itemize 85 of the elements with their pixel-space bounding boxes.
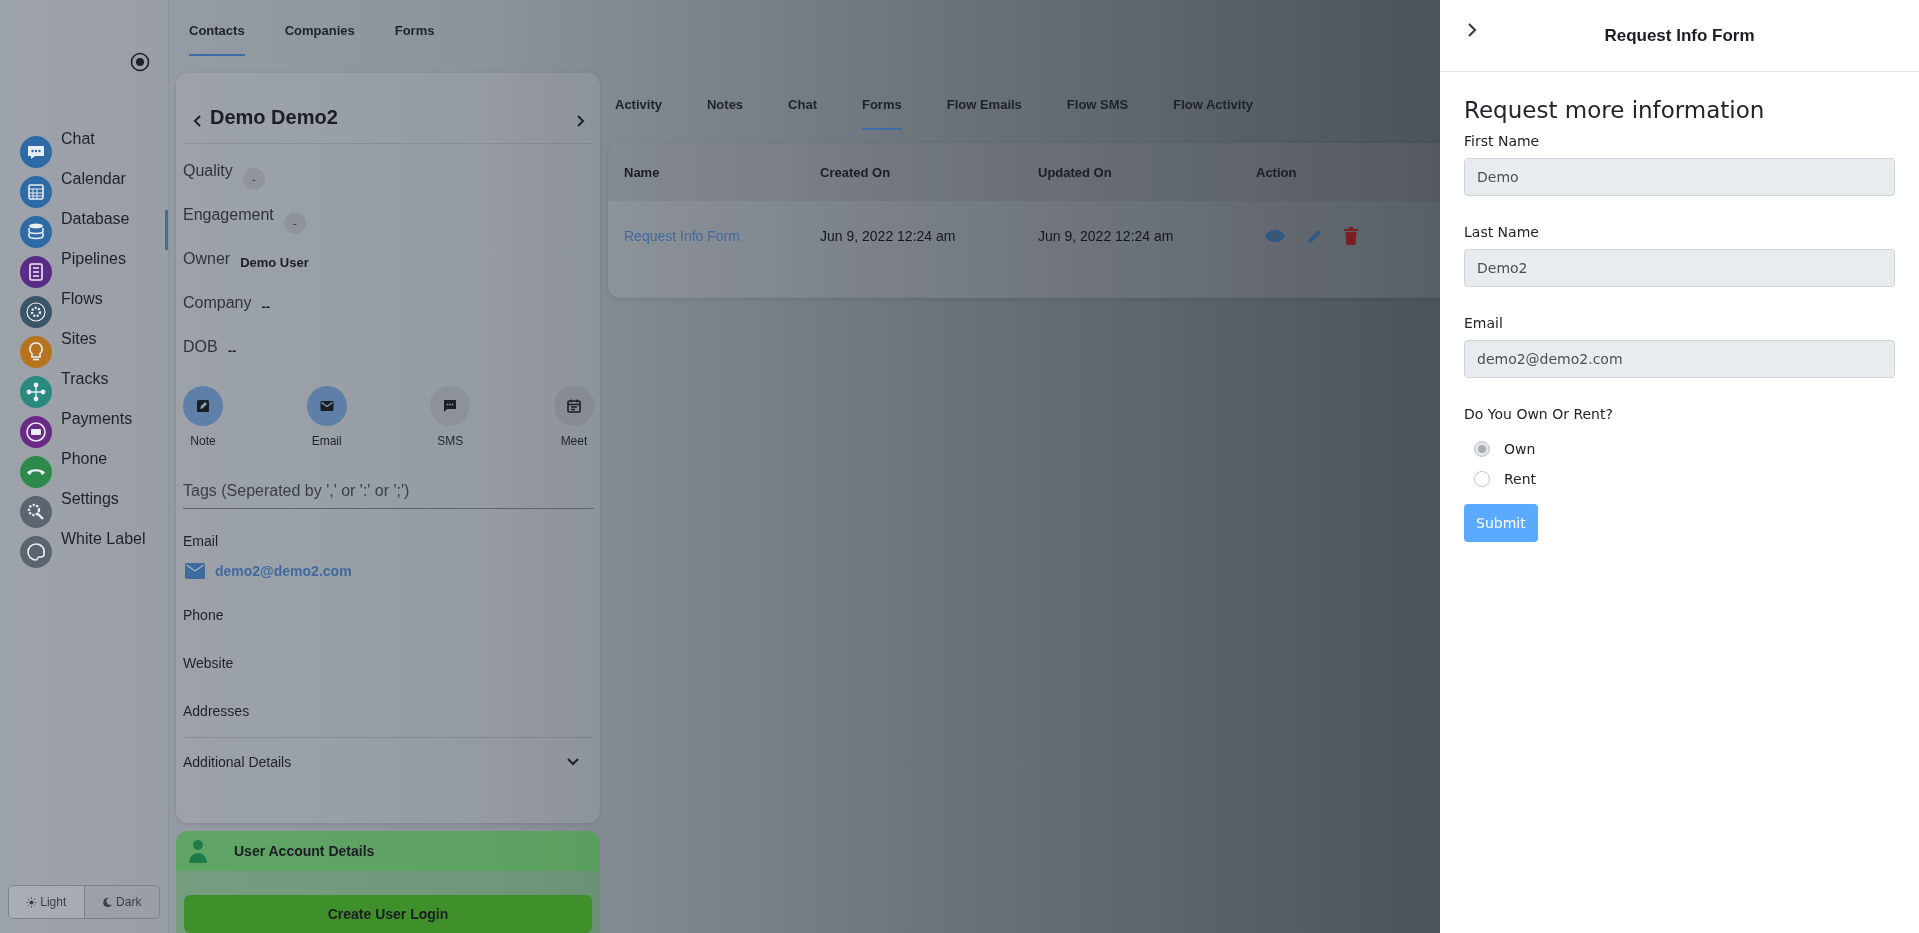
field-value: -- bbox=[261, 299, 271, 314]
nav-item[interactable]: White Label bbox=[0, 530, 168, 570]
field-label: Company bbox=[183, 294, 252, 312]
nav-item[interactable]: Tracks bbox=[0, 370, 168, 410]
chat-bubble-icon bbox=[442, 398, 459, 414]
field-label: Last Name bbox=[1464, 224, 1540, 240]
field-value: Demo User bbox=[240, 255, 309, 270]
database-icon bbox=[20, 216, 52, 248]
theme-button[interactable]: Dark bbox=[84, 886, 159, 918]
drawer-title: Request Info Form bbox=[1604, 25, 1755, 46]
field-label: DOB bbox=[183, 338, 218, 356]
section-label: Website bbox=[183, 655, 235, 673]
additional-details-toggle[interactable]: Additional Details bbox=[183, 737, 594, 770]
calendar-icon bbox=[20, 176, 52, 208]
tab[interactable]: Notes bbox=[706, 56, 744, 130]
column-header: Updated On bbox=[1038, 164, 1113, 180]
column-header: Created On bbox=[820, 164, 892, 180]
chevron-right-icon[interactable] bbox=[576, 114, 586, 128]
tab[interactable]: Flow Emails bbox=[946, 56, 1022, 130]
table-cell-text: Jun 9, 2022 12:24 am bbox=[1038, 228, 1175, 244]
nav-item[interactable]: Phone bbox=[0, 450, 168, 490]
rating-chip[interactable]: - bbox=[283, 212, 306, 234]
field-label: First Name bbox=[1464, 133, 1541, 149]
section-label: Email bbox=[183, 533, 219, 549]
sun-icon bbox=[26, 896, 38, 908]
rating-chip[interactable]: - bbox=[242, 168, 265, 190]
action-button[interactable]: Meet bbox=[553, 386, 594, 448]
tab[interactable]: Contacts bbox=[189, 0, 245, 56]
nav-item[interactable]: Settings bbox=[0, 490, 168, 530]
column-header: Name bbox=[624, 164, 661, 180]
envelope-icon bbox=[185, 563, 205, 579]
column-header: Action bbox=[1256, 164, 1298, 180]
clipboard-icon bbox=[20, 256, 52, 288]
radio-button[interactable] bbox=[1474, 471, 1490, 487]
tab[interactable]: Companies bbox=[284, 0, 355, 56]
chevron-right-icon[interactable] bbox=[1467, 22, 1477, 38]
nav-item[interactable]: Flows bbox=[0, 290, 168, 330]
card-icon bbox=[20, 416, 52, 448]
field-label: Owner bbox=[183, 250, 231, 268]
lightbulb-icon bbox=[20, 336, 52, 368]
radio-button[interactable] bbox=[1474, 441, 1490, 457]
chat-bubble-icon bbox=[20, 136, 52, 168]
nav-item[interactable]: Pipelines bbox=[0, 250, 168, 290]
field-label: Engagement bbox=[183, 206, 274, 224]
theme-button[interactable]: Light bbox=[9, 886, 85, 918]
network-icon bbox=[20, 376, 52, 408]
tab[interactable]: Forms bbox=[862, 56, 902, 130]
question-label: Do You Own Or Rent? bbox=[1464, 406, 1614, 422]
tags-field[interactable]: Tags (Seperated by ',' or ':' or ';') bbox=[183, 478, 594, 509]
tab[interactable]: Forms bbox=[394, 0, 435, 56]
action-button[interactable]: SMS bbox=[430, 386, 471, 448]
envelope-icon bbox=[318, 398, 335, 414]
tab[interactable]: Flow SMS bbox=[1066, 56, 1129, 130]
eye-icon[interactable] bbox=[1264, 229, 1286, 243]
chevron-left-icon[interactable] bbox=[192, 114, 202, 128]
nav-item[interactable]: Sites bbox=[0, 330, 168, 370]
action-button[interactable]: Email bbox=[306, 386, 347, 448]
person-icon bbox=[188, 839, 208, 863]
section-label: Addresses bbox=[183, 703, 251, 721]
phone-icon bbox=[20, 456, 52, 488]
nav-item[interactable]: Calendar bbox=[0, 170, 168, 210]
note-icon bbox=[195, 398, 211, 414]
calendar-icon bbox=[565, 398, 582, 414]
action-button[interactable]: Note bbox=[183, 386, 223, 448]
chevron-down-icon bbox=[566, 757, 580, 767]
option-label: Rent bbox=[1504, 471, 1537, 487]
option-label: Own bbox=[1504, 441, 1536, 457]
tab[interactable]: Activity bbox=[615, 56, 662, 130]
field-value: -- bbox=[227, 343, 237, 358]
trash-icon[interactable] bbox=[1344, 227, 1358, 245]
table-cell-text: Jun 9, 2022 12:24 am bbox=[820, 228, 957, 244]
target-icon[interactable] bbox=[130, 52, 150, 72]
form-heading: Request more information bbox=[1464, 97, 1766, 123]
nav-item[interactable]: Chat bbox=[0, 130, 168, 170]
tab[interactable]: Chat bbox=[788, 56, 817, 130]
pencil-icon[interactable] bbox=[1306, 227, 1324, 245]
nav-item[interactable]: Database bbox=[0, 210, 168, 250]
create-login-button[interactable]: Create User Login bbox=[184, 895, 592, 933]
nav-item[interactable]: Payments bbox=[0, 410, 168, 450]
field-label: Email bbox=[1464, 315, 1504, 331]
section-label: Phone bbox=[183, 607, 225, 625]
moon-icon bbox=[102, 896, 114, 908]
contact-name: Demo Demo2 bbox=[210, 105, 338, 129]
field-label: Quality bbox=[183, 162, 233, 180]
panel-title: User Account Details bbox=[234, 843, 375, 859]
